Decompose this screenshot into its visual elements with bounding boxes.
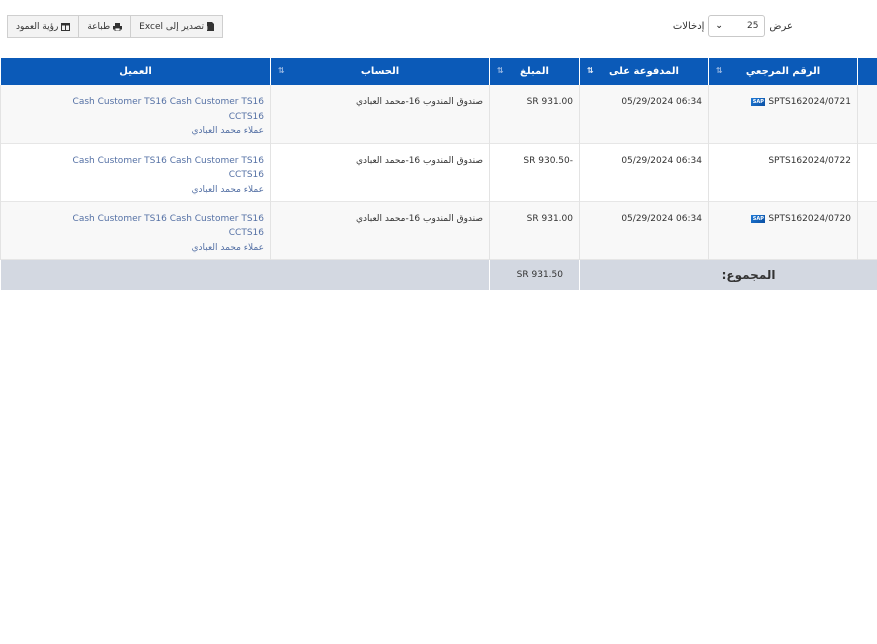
paid-on-column-header[interactable]: المدفوعة على ⇅ <box>579 58 709 85</box>
sap-logo-icon: SAP <box>751 214 766 223</box>
amount-cell: SR 931.00 <box>489 201 580 259</box>
print-button[interactable]: طباعة <box>79 15 132 38</box>
table-row[interactable]: SPTS162024/0720 SAP 05/29/2024 06:34 SR … <box>0 201 877 259</box>
row-select-cell[interactable] <box>857 143 877 201</box>
customer-cell[interactable]: Cash Customer TS16 Cash Customer TS16 CC… <box>0 85 271 143</box>
paid-on-cell: 05/29/2024 06:34 <box>579 143 709 201</box>
amount-column-header[interactable]: المبلغ ⇅ <box>489 58 580 85</box>
column-visibility-label: رؤية العمود <box>16 21 59 32</box>
amount-cell: SR 931.00 <box>489 85 580 143</box>
select-column-header <box>857 58 877 85</box>
sort-icon: ⇅ <box>497 66 504 75</box>
customer-column-header[interactable]: العميل <box>0 58 271 85</box>
length-entries-label: إدخالات <box>672 20 705 32</box>
ref-cell: SPTS162024/0720 SAP <box>708 201 858 259</box>
print-icon <box>113 22 123 31</box>
account-cell: صندوق المندوب 16-محمد العبادي <box>270 201 490 259</box>
page-length-value: 25 <box>746 21 759 31</box>
customer-cell[interactable]: Cash Customer TS16 Cash Customer TS16 CC… <box>0 201 271 259</box>
row-select-cell[interactable] <box>857 201 877 259</box>
table-footer-row: المجموع: SR 931.50 <box>0 259 877 290</box>
sort-icon: ⇅ <box>716 66 723 75</box>
total-amount: SR 931.50 <box>489 259 580 290</box>
column-visibility-button[interactable]: رؤية العمود <box>7 15 80 38</box>
columns-icon <box>61 22 71 31</box>
ref-column-header[interactable]: الرقم المرجعي ⇅ <box>708 58 858 85</box>
customer-cell[interactable]: Cash Customer TS16 Cash Customer TS16 CC… <box>0 143 271 201</box>
svg-text:x: x <box>207 25 208 31</box>
account-column-header[interactable]: الحساب ⇅ <box>270 58 490 85</box>
footer-empty-cell <box>0 259 490 290</box>
ref-cell: SPTS162024/0721 SAP <box>708 85 858 143</box>
sort-icon: ⇅ <box>278 66 285 75</box>
row-select-cell[interactable] <box>857 85 877 143</box>
excel-file-icon: x <box>206 22 214 31</box>
total-label: المجموع: <box>579 259 877 290</box>
print-label: طباعة <box>87 21 111 32</box>
length-show-label: عرض <box>769 20 793 32</box>
export-excel-label: تصدير إلى Excel <box>139 21 204 32</box>
ref-cell: SPTS162024/0722 <box>708 143 858 201</box>
paid-on-cell: 05/29/2024 06:34 <box>579 85 709 143</box>
table-row[interactable]: SPTS162024/0721 SAP 05/29/2024 06:34 SR … <box>0 85 877 143</box>
table-toolbar: رؤية العمود طباعة x تصدير إلى Excel <box>7 15 223 38</box>
sort-desc-icon: ⇅ <box>587 66 594 75</box>
export-excel-button[interactable]: x تصدير إلى Excel <box>131 15 223 38</box>
page-length-control: عرض ⌄ 25 إدخالات <box>673 15 793 37</box>
sap-logo-icon: SAP <box>751 98 766 107</box>
chevron-down-icon: ⌄ <box>715 21 723 31</box>
amount-cell: SR 930.50- <box>489 143 580 201</box>
table-row[interactable]: SPTS162024/0722 05/29/2024 06:34 SR 930.… <box>0 143 877 201</box>
page-length-select[interactable]: ⌄ 25 <box>708 15 766 37</box>
paid-on-cell: 05/29/2024 06:34 <box>579 201 709 259</box>
account-cell: صندوق المندوب 16-محمد العبادي <box>270 85 490 143</box>
payments-table: الرقم المرجعي ⇅ المدفوعة على ⇅ المبلغ ⇅ … <box>0 58 877 290</box>
account-cell: صندوق المندوب 16-محمد العبادي <box>270 143 490 201</box>
